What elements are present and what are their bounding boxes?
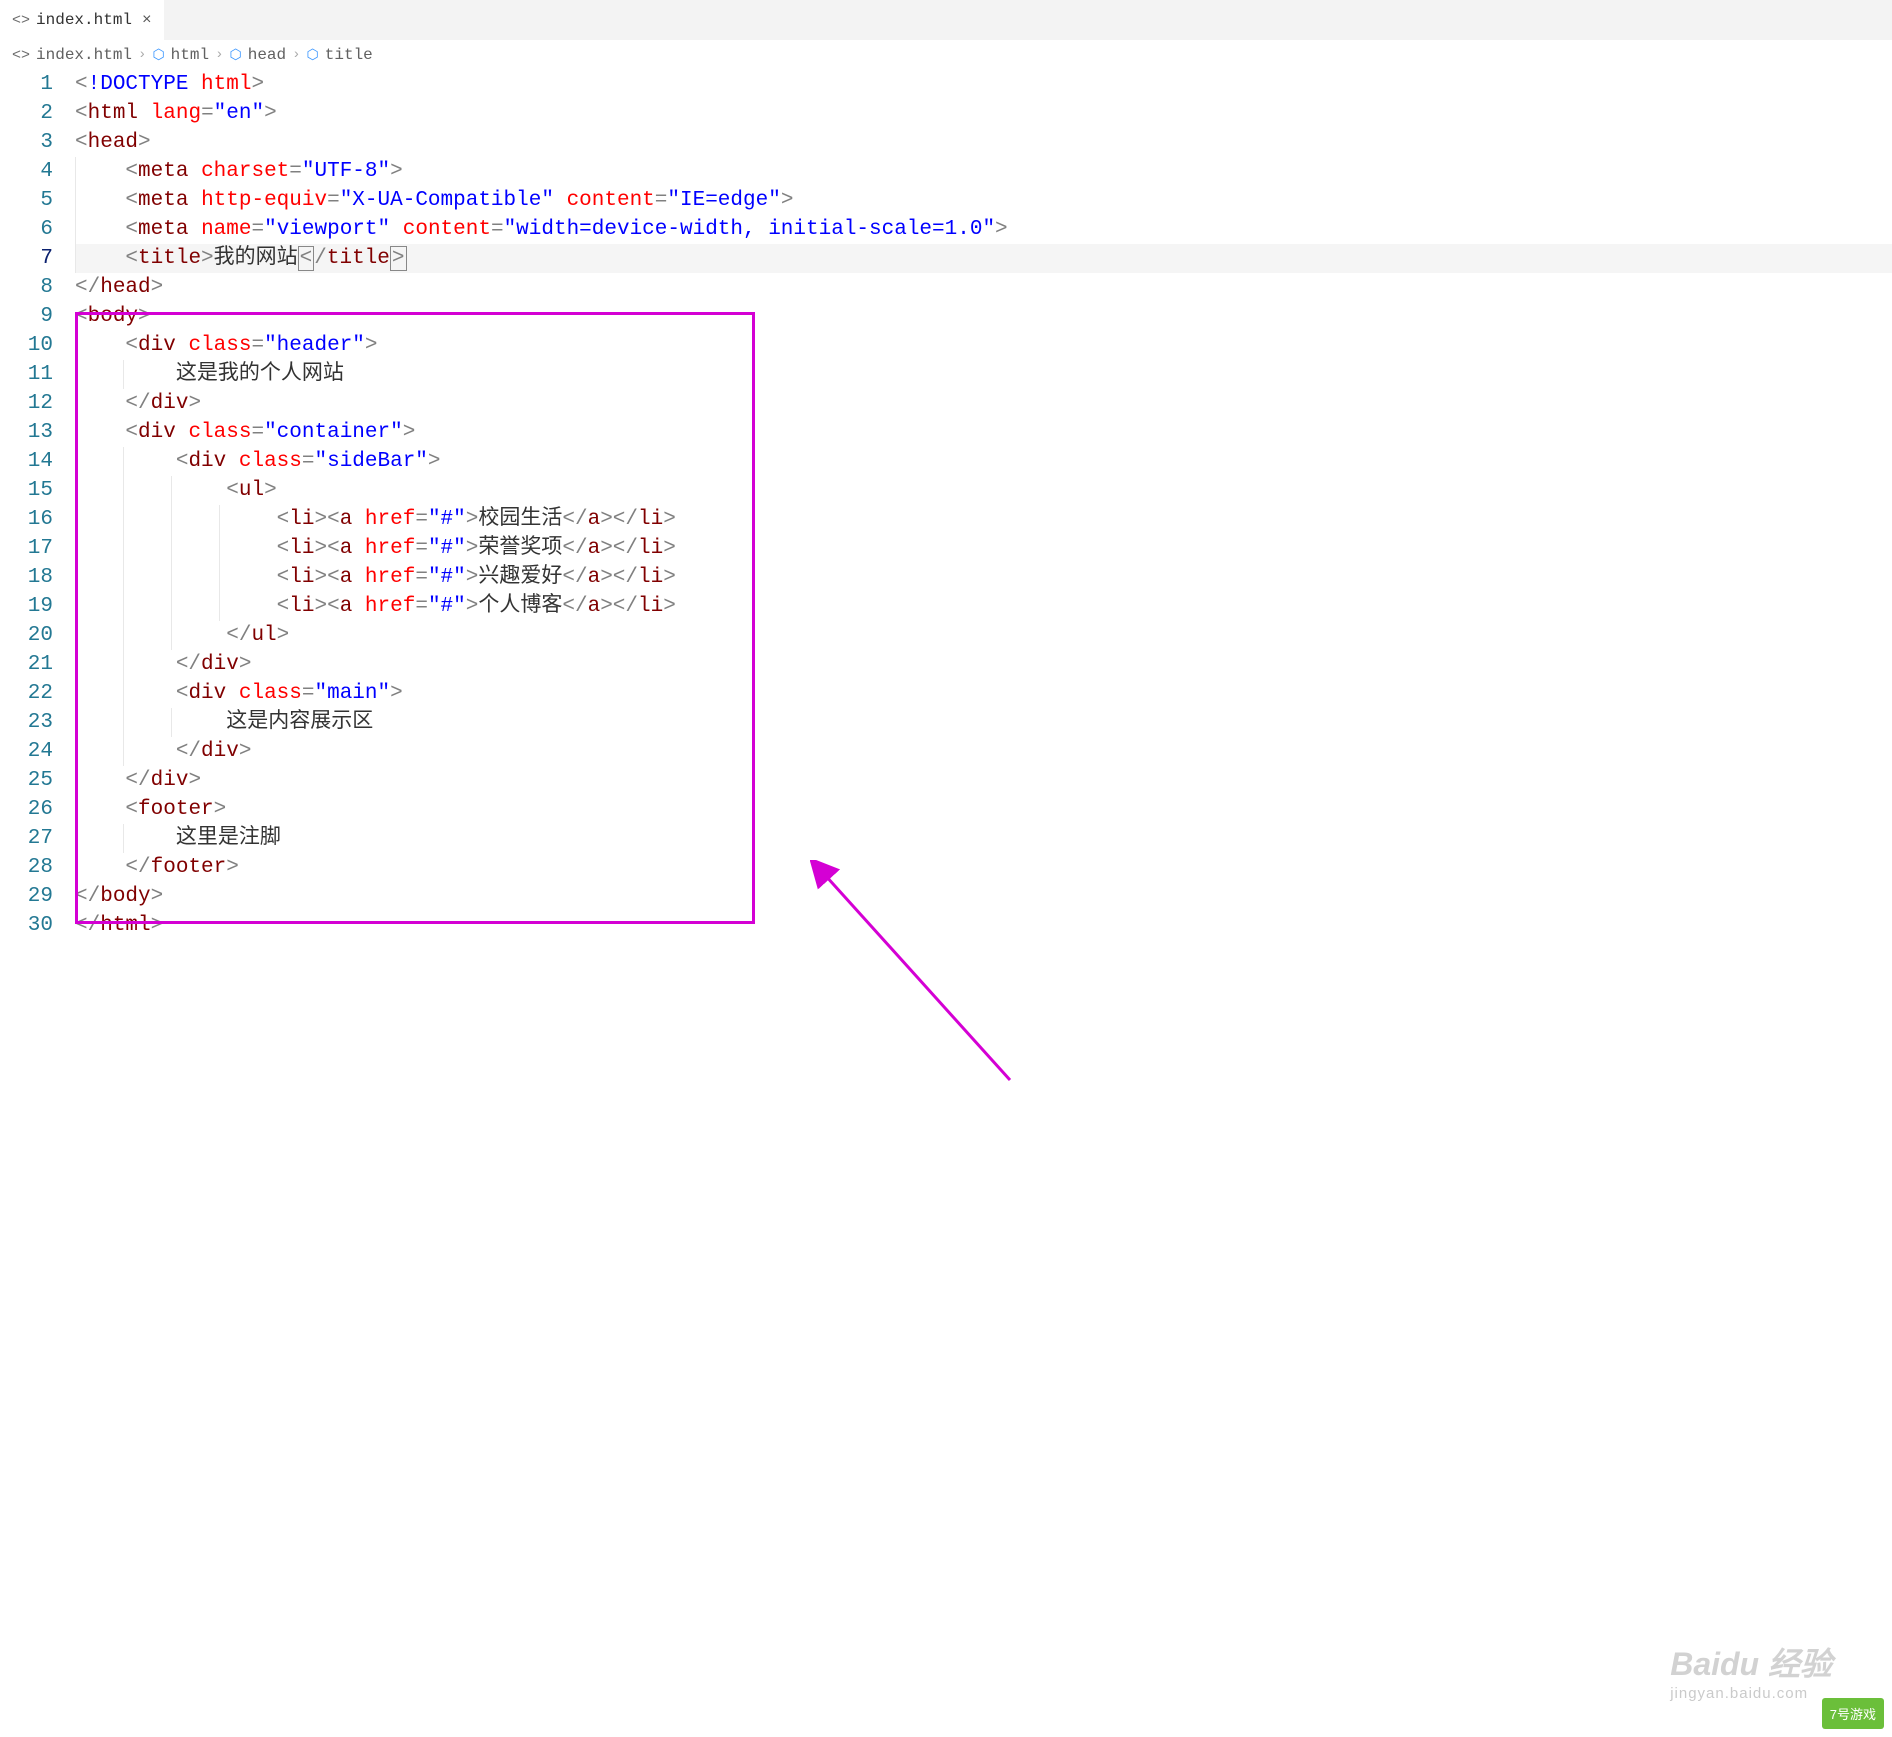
line-number: 27 [0, 824, 53, 853]
code-line[interactable]: <body> [75, 302, 1892, 331]
code-line[interactable]: </footer> [75, 853, 1892, 882]
code-line[interactable]: </body> [75, 882, 1892, 911]
code-line[interactable]: <div class="main"> [75, 679, 1892, 708]
line-number: 30 [0, 911, 53, 940]
line-number: 11 [0, 360, 53, 389]
tab-bar: <> index.html × [0, 0, 1892, 40]
line-number: 6 [0, 215, 53, 244]
line-number: 16 [0, 505, 53, 534]
code-line[interactable]: </div> [75, 766, 1892, 795]
code-line[interactable]: </div> [75, 650, 1892, 679]
line-number: 9 [0, 302, 53, 331]
line-number: 20 [0, 621, 53, 650]
line-number: 10 [0, 331, 53, 360]
breadcrumb-item[interactable]: title [325, 46, 373, 64]
file-code-icon: <> [12, 47, 30, 64]
code-line[interactable]: <div class="header"> [75, 331, 1892, 360]
code-line[interactable]: 这是我的个人网站 [75, 360, 1892, 389]
code-line[interactable]: </div> [75, 737, 1892, 766]
line-number: 4 [0, 157, 53, 186]
tab-label: index.html [36, 11, 132, 29]
code-line[interactable]: <div class="container"> [75, 418, 1892, 447]
cube-icon: ⬡ [152, 47, 164, 64]
line-number: 21 [0, 650, 53, 679]
code-line[interactable]: <!DOCTYPE html> [75, 70, 1892, 99]
breadcrumb-item[interactable]: html [171, 46, 209, 64]
code-line[interactable]: 这是内容展示区 [75, 708, 1892, 737]
line-number: 7 [0, 244, 53, 273]
code-line[interactable]: <meta charset="UTF-8"> [75, 157, 1892, 186]
code-line[interactable]: <meta name="viewport" content="width=dev… [75, 215, 1892, 244]
line-number: 24 [0, 737, 53, 766]
line-number: 15 [0, 476, 53, 505]
code-line[interactable]: </html> [75, 911, 1892, 940]
code-line[interactable]: <li><a href="#">兴趣爱好</a></li> [75, 563, 1892, 592]
code-editor[interactable]: 1 2 3 4 5 6 7 8 9 10 11 12 13 14 15 16 1… [0, 70, 1892, 940]
code-line[interactable]: </ul> [75, 621, 1892, 650]
line-number-gutter: 1 2 3 4 5 6 7 8 9 10 11 12 13 14 15 16 1… [0, 70, 75, 940]
code-line[interactable]: <head> [75, 128, 1892, 157]
line-number: 22 [0, 679, 53, 708]
code-line[interactable]: 这里是注脚 [75, 824, 1892, 853]
line-number: 28 [0, 853, 53, 882]
line-number: 3 [0, 128, 53, 157]
close-icon[interactable]: × [142, 11, 152, 29]
line-number: 1 [0, 70, 53, 99]
code-line[interactable]: <div class="sideBar"> [75, 447, 1892, 476]
tab-index-html[interactable]: <> index.html × [0, 0, 164, 40]
chevron-right-icon: › [138, 47, 146, 63]
watermark-badge: 7号游戏 [1822, 1698, 1884, 1729]
cube-icon: ⬡ [307, 47, 319, 64]
line-number: 12 [0, 389, 53, 418]
code-line[interactable]: <html lang="en"> [75, 99, 1892, 128]
code-line[interactable]: <ul> [75, 476, 1892, 505]
line-number: 14 [0, 447, 53, 476]
code-line[interactable]: <li><a href="#">个人博客</a></li> [75, 592, 1892, 621]
code-content[interactable]: <!DOCTYPE html> <html lang="en"> <head> … [75, 70, 1892, 940]
line-number: 5 [0, 186, 53, 215]
line-number: 23 [0, 708, 53, 737]
line-number: 8 [0, 273, 53, 302]
line-number: 19 [0, 592, 53, 621]
line-number: 29 [0, 882, 53, 911]
code-line[interactable]: <meta http-equiv="X-UA-Compatible" conte… [75, 186, 1892, 215]
chevron-right-icon: › [292, 47, 300, 63]
code-line[interactable]: </div> [75, 389, 1892, 418]
line-number: 26 [0, 795, 53, 824]
watermark-baidu: Baidu 经验 jingyan.baidu.com [1670, 1639, 1832, 1702]
code-line[interactable]: </head> [75, 273, 1892, 302]
line-number: 25 [0, 766, 53, 795]
cube-icon: ⬡ [229, 47, 241, 64]
breadcrumb-item[interactable]: index.html [36, 46, 132, 64]
code-line[interactable]: <footer> [75, 795, 1892, 824]
file-code-icon: <> [12, 12, 30, 29]
breadcrumb-item[interactable]: head [248, 46, 286, 64]
breadcrumb[interactable]: <> index.html › ⬡ html › ⬡ head › ⬡ titl… [0, 40, 1892, 70]
line-number: 17 [0, 534, 53, 563]
line-number: 2 [0, 99, 53, 128]
line-number: 13 [0, 418, 53, 447]
code-line[interactable]: <title>我的网站</title> [75, 244, 1892, 273]
code-line[interactable]: <li><a href="#">校园生活</a></li> [75, 505, 1892, 534]
line-number: 18 [0, 563, 53, 592]
code-line[interactable]: <li><a href="#">荣誉奖项</a></li> [75, 534, 1892, 563]
chevron-right-icon: › [215, 47, 223, 63]
